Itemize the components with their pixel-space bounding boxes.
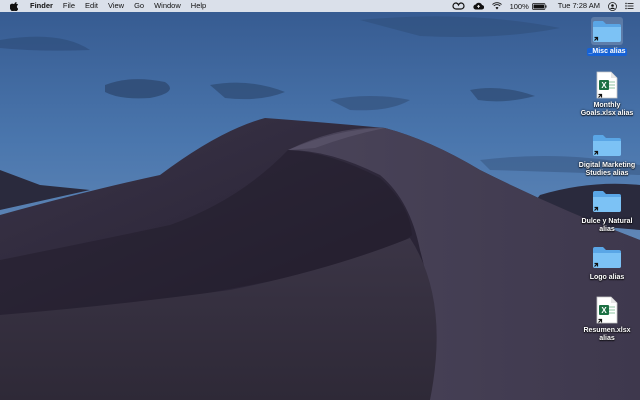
menu-bar: Finder File Edit View Go Window Help 100… — [0, 0, 640, 12]
desktop-icon-label: Resumen.xlsx alias — [583, 327, 631, 342]
menu-file[interactable]: File — [63, 0, 75, 12]
creative-cloud-icon[interactable] — [452, 0, 465, 12]
desktop-icon-label: Logo alias — [589, 274, 625, 281]
desktop-icon-label: _Misc alias — [586, 48, 628, 56]
menu-go[interactable]: Go — [134, 0, 144, 12]
menu-edit[interactable]: Edit — [85, 0, 98, 12]
desktop-icon-logo-alias[interactable]: Logo alias — [575, 243, 639, 282]
excel-file-alias-icon: X — [591, 71, 623, 99]
folder-alias-icon — [591, 131, 623, 159]
desktop-icon-dulce-y-natural-alias[interactable]: Dulce y Natural alias — [575, 187, 639, 234]
icloud-upload-icon[interactable] — [472, 0, 484, 12]
menu-window[interactable]: Window — [154, 0, 181, 12]
desktop-icon-digital-marketing-studies-alias[interactable]: Digital Marketing Studies alias — [575, 131, 639, 178]
folder-alias-icon — [591, 187, 623, 215]
mojave-wallpaper — [0, 0, 640, 400]
desktop-icon-resumen-alias[interactable]: X Resumen.xlsx alias — [575, 296, 639, 343]
notification-center-icon[interactable] — [625, 0, 634, 12]
desktop-icon-label: Dulce y Natural alias — [581, 218, 633, 233]
menu-clock[interactable]: Tue 7:28 AM — [558, 0, 600, 12]
desktop-icon-monthly-goals-alias[interactable]: X Monthly Goals.xlsx alias — [575, 71, 639, 118]
apple-logo-icon[interactable] — [10, 1, 19, 11]
excel-file-alias-icon: X — [591, 296, 623, 324]
desktop-icon-label: Monthly Goals.xlsx alias — [580, 102, 634, 117]
battery-icon[interactable] — [531, 0, 547, 12]
svg-text:X: X — [601, 306, 607, 315]
battery-percent: 100% — [509, 1, 529, 11]
desktop[interactable]: Finder File Edit View Go Window Help 100… — [0, 0, 640, 400]
user-account-icon[interactable] — [608, 0, 617, 12]
menu-view[interactable]: View — [108, 0, 124, 12]
menu-app-finder[interactable]: Finder — [30, 0, 53, 12]
menu-help[interactable]: Help — [191, 0, 206, 12]
desktop-icon-misc-alias[interactable]: _Misc alias — [575, 17, 639, 56]
wifi-icon[interactable] — [491, 0, 502, 12]
folder-alias-icon — [591, 243, 623, 271]
desktop-icon-label: Digital Marketing Studies alias — [578, 162, 636, 177]
folder-alias-icon — [591, 17, 623, 45]
svg-text:X: X — [601, 81, 607, 90]
